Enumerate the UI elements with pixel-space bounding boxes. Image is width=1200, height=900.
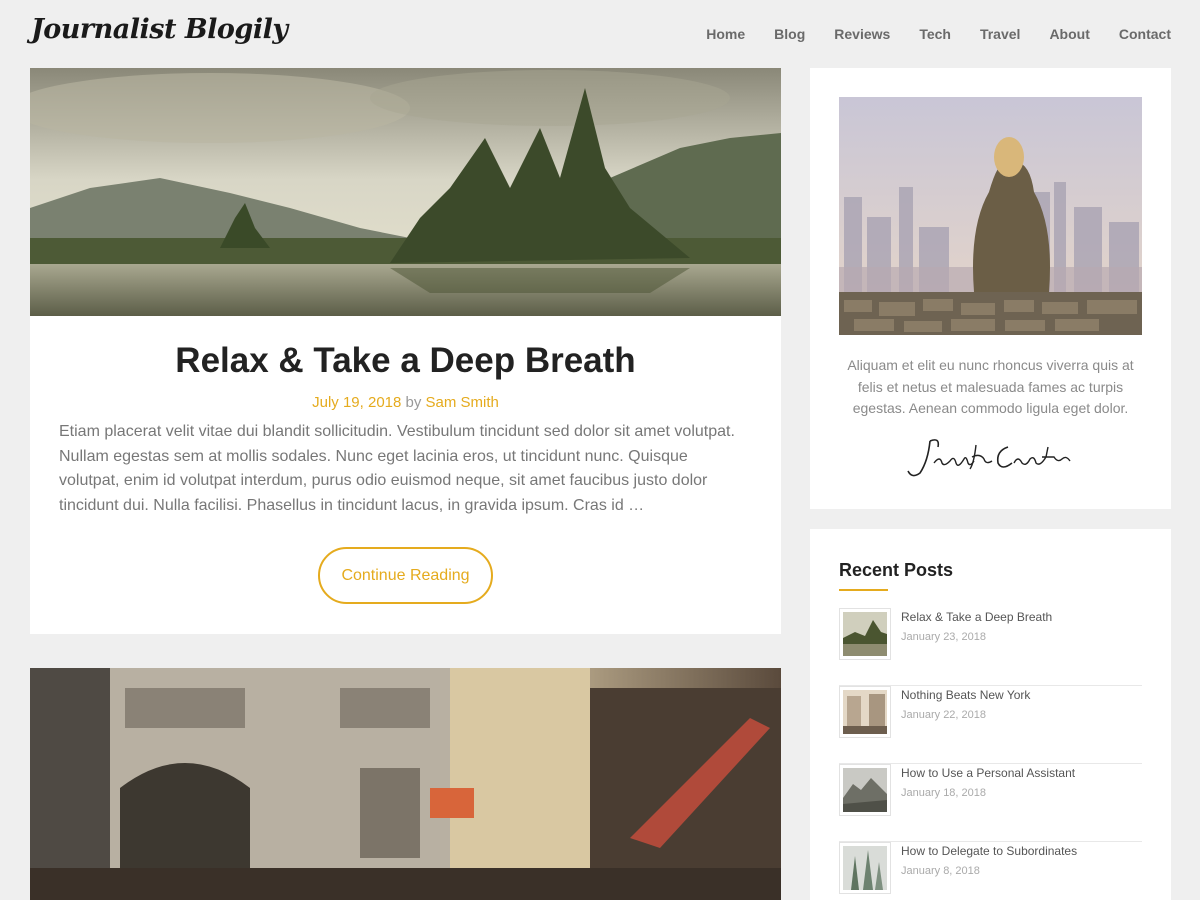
recent-post-title[interactable]: How to Delegate to Subordinates <box>901 844 1077 858</box>
post-by-label: by <box>405 394 422 411</box>
site-logo[interactable]: Journalist Blogily <box>31 14 288 45</box>
title-underline <box>839 589 888 591</box>
post-card-2 <box>30 668 781 900</box>
post-card: Relax & Take a Deep Breath July 19, 2018… <box>30 68 781 634</box>
recent-post-thumbnail[interactable] <box>839 842 891 894</box>
about-widget: Aliquam et elit eu nunc rhoncus viverra … <box>810 68 1171 509</box>
recent-post-date: January 22, 2018 <box>901 709 987 721</box>
about-text: Aliquam et elit eu nunc rhoncus viverra … <box>847 357 1134 416</box>
recent-post-title[interactable]: Relax & Take a Deep Breath <box>901 610 1052 624</box>
recent-post-date: January 18, 2018 <box>901 787 987 799</box>
site-header: Journalist Blogily Home Blog Reviews Tec… <box>0 0 1200 68</box>
recent-post-item[interactable]: How to Delegate to Subordinates January … <box>839 842 1142 900</box>
main-nav: Home Blog Reviews Tech Travel About Cont… <box>677 26 1171 42</box>
recent-post-item[interactable]: How to Use a Personal Assistant January … <box>839 764 1142 842</box>
post-meta: July 19, 2018 by Sam Smith <box>30 394 781 411</box>
recent-post-thumbnail[interactable] <box>839 686 891 738</box>
nav-item-about[interactable]: About <box>1049 26 1089 42</box>
post-date[interactable]: July 19, 2018 <box>312 394 401 411</box>
post-featured-image-2[interactable] <box>30 668 781 900</box>
recent-post-title[interactable]: How to Use a Personal Assistant <box>901 766 1075 780</box>
recent-post-item[interactable]: Relax & Take a Deep Breath January 23, 2… <box>839 608 1142 686</box>
signature-image <box>900 433 1080 481</box>
post-featured-image[interactable] <box>30 68 781 316</box>
recent-post-thumbnail[interactable] <box>839 764 891 816</box>
recent-post-date: January 23, 2018 <box>901 631 987 643</box>
continue-reading-button[interactable]: Continue Reading <box>318 547 493 604</box>
post-title[interactable]: Relax & Take a Deep Breath <box>30 341 781 381</box>
recent-post-thumbnail[interactable] <box>839 608 891 660</box>
recent-post-item[interactable]: Nothing Beats New York January 22, 2018 <box>839 686 1142 764</box>
post-excerpt: Etiam placerat velit vitae dui blandit s… <box>59 423 735 514</box>
nav-item-tech[interactable]: Tech <box>919 26 951 42</box>
post-author[interactable]: Sam Smith <box>426 394 499 411</box>
nav-item-travel[interactable]: Travel <box>980 26 1020 42</box>
recent-posts-title: Recent Posts <box>839 560 954 580</box>
about-image <box>839 97 1142 335</box>
nav-item-home[interactable]: Home <box>706 26 745 42</box>
nav-item-contact[interactable]: Contact <box>1119 26 1171 42</box>
nav-item-blog[interactable]: Blog <box>774 26 805 42</box>
recent-post-date: January 8, 2018 <box>901 865 980 877</box>
recent-posts-widget: Recent Posts Relax & Take a Deep Breath … <box>810 529 1171 900</box>
nav-item-reviews[interactable]: Reviews <box>834 26 890 42</box>
recent-post-title[interactable]: Nothing Beats New York <box>901 688 1030 702</box>
